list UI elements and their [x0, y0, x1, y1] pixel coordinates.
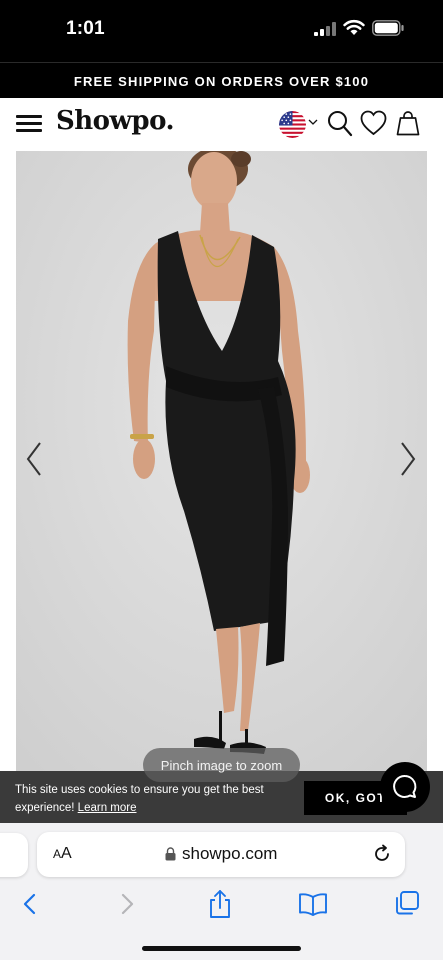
text-size-large-a: A	[61, 845, 72, 862]
back-icon[interactable]	[20, 892, 40, 916]
menu-icon[interactable]	[16, 112, 44, 134]
text-size-small-a: A	[53, 847, 62, 861]
cellular-signal-icon	[314, 22, 336, 36]
status-time: 1:01	[66, 18, 105, 39]
forward-icon[interactable]	[117, 892, 137, 916]
learn-more-link[interactable]: Learn more	[78, 802, 137, 814]
bag-icon[interactable]	[396, 110, 420, 136]
browser-toolbar: AA showpo.com	[0, 823, 443, 960]
product-image[interactable]	[16, 151, 427, 773]
previous-tab-preview[interactable]	[0, 833, 28, 877]
status-bar: 1:01	[0, 0, 443, 62]
chat-icon	[393, 774, 417, 798]
address-bar[interactable]: AA showpo.com	[37, 832, 405, 877]
chevron-right-icon[interactable]	[398, 440, 418, 478]
us-flag-icon[interactable]	[279, 111, 306, 138]
reload-icon[interactable]	[372, 844, 392, 864]
wifi-icon	[343, 19, 365, 35]
cookie-message: This site uses cookies to ensure you get…	[15, 781, 295, 817]
lock-icon	[165, 847, 176, 861]
text-size-button[interactable]: AA	[53, 845, 72, 863]
share-icon[interactable]	[207, 889, 233, 919]
shipping-promo-banner[interactable]: FREE SHIPPING ON ORDERS OVER $100	[0, 62, 443, 99]
zoom-hint: Pinch image to zoom	[143, 748, 300, 782]
cookie-message-text: This site uses cookies to ensure you get…	[15, 784, 264, 814]
chevron-down-icon[interactable]	[308, 118, 318, 126]
model-photo	[16, 151, 427, 773]
site-header: Showpo.	[0, 98, 443, 150]
text-size-label: AA	[53, 845, 72, 862]
url-text[interactable]: showpo.com	[182, 844, 277, 864]
heart-icon[interactable]	[360, 110, 387, 136]
showpo-logo[interactable]: Showpo.	[56, 106, 175, 136]
home-indicator	[142, 946, 301, 951]
tabs-icon[interactable]	[394, 890, 420, 916]
chevron-left-icon[interactable]	[24, 440, 44, 478]
search-icon[interactable]	[327, 110, 353, 138]
battery-icon	[372, 20, 404, 36]
bookmarks-icon[interactable]	[298, 892, 328, 916]
chat-button[interactable]	[380, 762, 430, 812]
